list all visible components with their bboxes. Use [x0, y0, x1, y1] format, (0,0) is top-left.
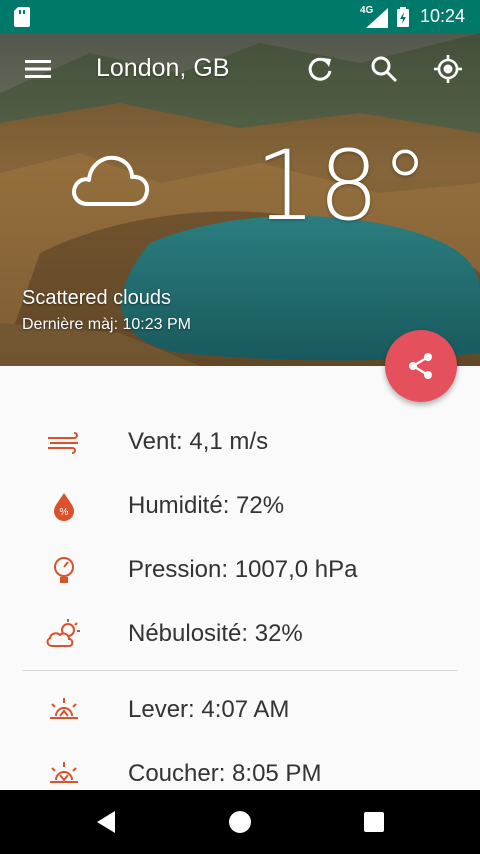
menu-icon[interactable] — [24, 55, 52, 83]
sunrise-row: Lever: 4:07 AM — [0, 678, 480, 742]
cloud-icon — [72, 155, 150, 206]
refresh-icon[interactable] — [306, 55, 334, 83]
status-bar: 4G 10:24 — [0, 0, 480, 33]
svg-text:%: % — [60, 507, 69, 518]
cloudiness-row: Nébulosité: 32% — [0, 602, 480, 666]
signal-icon — [366, 8, 388, 28]
sunset-icon — [50, 762, 78, 783]
cloudy-sun-icon — [46, 619, 80, 647]
share-button[interactable] — [385, 330, 457, 402]
cloudiness-value: Nébulosité: 32% — [128, 620, 303, 647]
recents-icon[interactable] — [360, 808, 388, 836]
humidity-value: Humidité: 72% — [128, 492, 285, 519]
toolbar: London, GB — [0, 33, 480, 105]
humidity-icon: % — [54, 493, 74, 521]
humidity-row: % Humidité: 72% — [0, 474, 480, 538]
sd-card-icon — [14, 7, 30, 27]
pressure-gauge-icon — [54, 557, 74, 583]
location-icon[interactable] — [434, 55, 462, 83]
weather-condition: Scattered clouds — [22, 287, 171, 309]
wind-row: Vent: 4,1 m/s — [0, 410, 480, 474]
details-divider — [22, 670, 458, 671]
wind-icon — [48, 432, 78, 454]
sunrise-icon — [50, 698, 78, 719]
battery-charging-icon — [397, 7, 409, 27]
back-icon[interactable] — [93, 808, 121, 836]
sunrise-value: Lever: 4:07 AM — [128, 696, 290, 723]
pressure-row: Pression: 1007,0 hPa — [0, 538, 480, 602]
sunset-value: Coucher: 8:05 PM — [128, 760, 322, 787]
search-icon[interactable] — [370, 55, 398, 83]
last-update: Dernière màj: 10:23 PM — [22, 316, 191, 333]
wind-value: Vent: 4,1 m/s — [128, 428, 269, 455]
city-title: London, GB — [96, 54, 230, 82]
temperature: 18° — [255, 130, 432, 242]
navigation-bar — [0, 790, 480, 854]
share-icon — [409, 353, 432, 379]
home-icon[interactable] — [226, 808, 254, 836]
status-time: 10:24 — [420, 6, 466, 26]
pressure-value: Pression: 1007,0 hPa — [128, 556, 358, 583]
